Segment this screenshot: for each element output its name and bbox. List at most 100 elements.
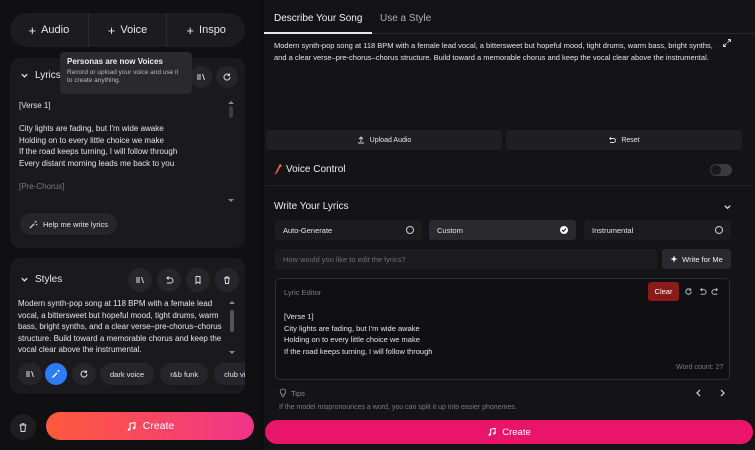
- lyrics-line: [Verse 1]: [19, 101, 51, 110]
- left-create-label: Create: [142, 420, 175, 432]
- styles-library-button[interactable]: [128, 268, 152, 292]
- editor-line: Holding on to every little choice we mak…: [284, 335, 420, 344]
- option-auto-generate[interactable]: Auto-Generate: [275, 220, 422, 240]
- chevron-right-icon[interactable]: [719, 389, 726, 397]
- write-lyrics-title: Write Your Lyrics: [274, 201, 349, 212]
- lyrics-line: [19, 112, 224, 124]
- radio-empty-icon: [406, 226, 414, 234]
- voice-control-toggle[interactable]: [710, 164, 732, 176]
- chevron-down-icon: [21, 277, 28, 282]
- library-icon: [197, 73, 205, 81]
- undo-icon[interactable]: [698, 287, 707, 296]
- bookmark-button[interactable]: [186, 268, 210, 292]
- style-tag[interactable]: club vi: [214, 363, 245, 385]
- tips-text: If the model mispronounces a word, you c…: [279, 404, 517, 411]
- reset-icon: [609, 136, 617, 143]
- chevron-down-icon: [21, 73, 28, 78]
- audio-button[interactable]: + Audio: [10, 13, 88, 47]
- trash-icon: [19, 422, 27, 432]
- chevron-left-icon[interactable]: [695, 389, 702, 397]
- lyrics-header[interactable]: Lyrics: [20, 70, 61, 81]
- option-instrumental[interactable]: Instrumental: [584, 220, 731, 240]
- main-create-label: Create: [502, 426, 531, 438]
- magic-wand-icon: [29, 220, 38, 228]
- chevron-down-icon[interactable]: [723, 203, 732, 211]
- library-icon: [136, 276, 144, 284]
- lyrics-scrollbar[interactable]: [229, 106, 233, 118]
- lyrics-line: City lights are fading, but I'm wide awa…: [19, 124, 164, 133]
- inspo-label: Inspo: [199, 24, 226, 36]
- lyric-editor-text[interactable]: [Verse 1] City lights are fading, but I'm…: [284, 311, 714, 357]
- lyrics-edit-prompt-input[interactable]: How would you like to edit the lyrics?: [275, 249, 657, 269]
- styles-card: Styles Modern synth-pop song at 118 BPM …: [10, 258, 245, 394]
- tab-describe-song[interactable]: Describe Your Song: [274, 13, 362, 24]
- lyric-editor-label: Lyric Editor: [284, 288, 322, 297]
- help-write-lyrics-button[interactable]: Help me write lyrics: [20, 213, 118, 235]
- write-for-me-button[interactable]: Write for Me: [662, 249, 731, 269]
- style-tag[interactable]: dark voice: [100, 363, 155, 385]
- plus-icon: +: [28, 22, 37, 38]
- voice-control-label: Voice Control: [286, 164, 346, 175]
- voice-button[interactable]: + Voice: [87, 13, 167, 47]
- delete-style-button[interactable]: [215, 268, 239, 292]
- styles-text[interactable]: Modern synth-pop song at 118 BPM with a …: [18, 298, 228, 356]
- scroll-up-icon: [229, 301, 235, 304]
- scroll-down-icon: [229, 351, 235, 354]
- magic-style-button[interactable]: [45, 363, 67, 385]
- scroll-down-icon: [228, 199, 234, 202]
- refresh-icon[interactable]: [684, 287, 693, 296]
- plus-icon: +: [107, 22, 116, 38]
- refresh-icon: [80, 370, 88, 378]
- reset-label: Reset: [621, 136, 640, 144]
- left-trash-button[interactable]: [10, 414, 36, 440]
- voice-label: Voice: [120, 24, 148, 36]
- redo-icon[interactable]: [711, 287, 720, 296]
- inspo-button[interactable]: + Inspo: [166, 13, 245, 47]
- library-icon: [26, 370, 34, 378]
- undo-button[interactable]: [157, 268, 181, 292]
- radio-checked-icon: [560, 226, 568, 234]
- tips-label: Tips: [291, 389, 305, 398]
- lyrics-line: If the road keeps turning, I will follow…: [19, 147, 178, 156]
- upload-audio-label: Upload Audio: [369, 136, 412, 144]
- styles-header[interactable]: Styles: [20, 274, 62, 285]
- left-create-button[interactable]: Create: [46, 412, 254, 440]
- library-button[interactable]: [190, 66, 212, 88]
- option-label: Custom: [437, 225, 463, 235]
- scroll-up-icon: [228, 101, 234, 104]
- style-tag[interactable]: r&b funk: [160, 363, 209, 385]
- reset-button[interactable]: Reset: [506, 130, 742, 150]
- trash-icon: [224, 276, 230, 284]
- top-nav: + Audio + Voice + Inspo: [10, 13, 245, 47]
- styles-scrollbar[interactable]: [230, 310, 234, 332]
- help-write-lyrics-label: Help me write lyrics: [43, 219, 109, 229]
- word-count: Word count: 27: [676, 364, 724, 371]
- refresh-button[interactable]: [216, 66, 238, 88]
- shuffle-style-button[interactable]: [72, 363, 96, 385]
- editor-line: [Verse 1]: [284, 312, 314, 321]
- lyrics-title: Lyrics: [35, 70, 61, 81]
- clear-button[interactable]: Clear: [648, 282, 679, 301]
- tooltip-title: Personas are now Voices: [67, 57, 163, 66]
- upload-audio-button[interactable]: Upload Audio: [266, 130, 502, 150]
- option-label: Auto-Generate: [283, 225, 333, 235]
- option-custom[interactable]: Custom: [429, 220, 576, 240]
- editor-line: City lights are fading, but I'm wide awa…: [284, 323, 420, 333]
- lyrics-text[interactable]: [Verse 1] City lights are fading, but I'…: [19, 100, 224, 205]
- tab-use-style[interactable]: Use a Style: [380, 13, 431, 24]
- write-for-me-label: Write for Me: [682, 254, 723, 264]
- sparkle-icon: [670, 255, 678, 263]
- lyrics-line: Holding on to every little choice we mak…: [19, 135, 164, 145]
- expand-icon[interactable]: [722, 38, 732, 48]
- styles-library-small-button[interactable]: [18, 363, 42, 385]
- music-note-icon: [127, 421, 136, 431]
- left-panel: + Audio + Voice + Inspo Lyrics [Verse 1]…: [0, 0, 258, 450]
- song-description[interactable]: Modern synth-pop song at 118 BPM with a …: [274, 40, 714, 64]
- personas-tooltip: Personas are now Voices Record or upload…: [60, 52, 192, 94]
- bookmark-icon: [195, 276, 201, 285]
- lyrics-line: [19, 169, 224, 181]
- tooltip-body: Record or upload your voice and use it t…: [67, 69, 179, 84]
- audio-label: Audio: [41, 24, 70, 36]
- styles-title: Styles: [35, 274, 63, 285]
- main-create-button[interactable]: Create: [265, 420, 753, 444]
